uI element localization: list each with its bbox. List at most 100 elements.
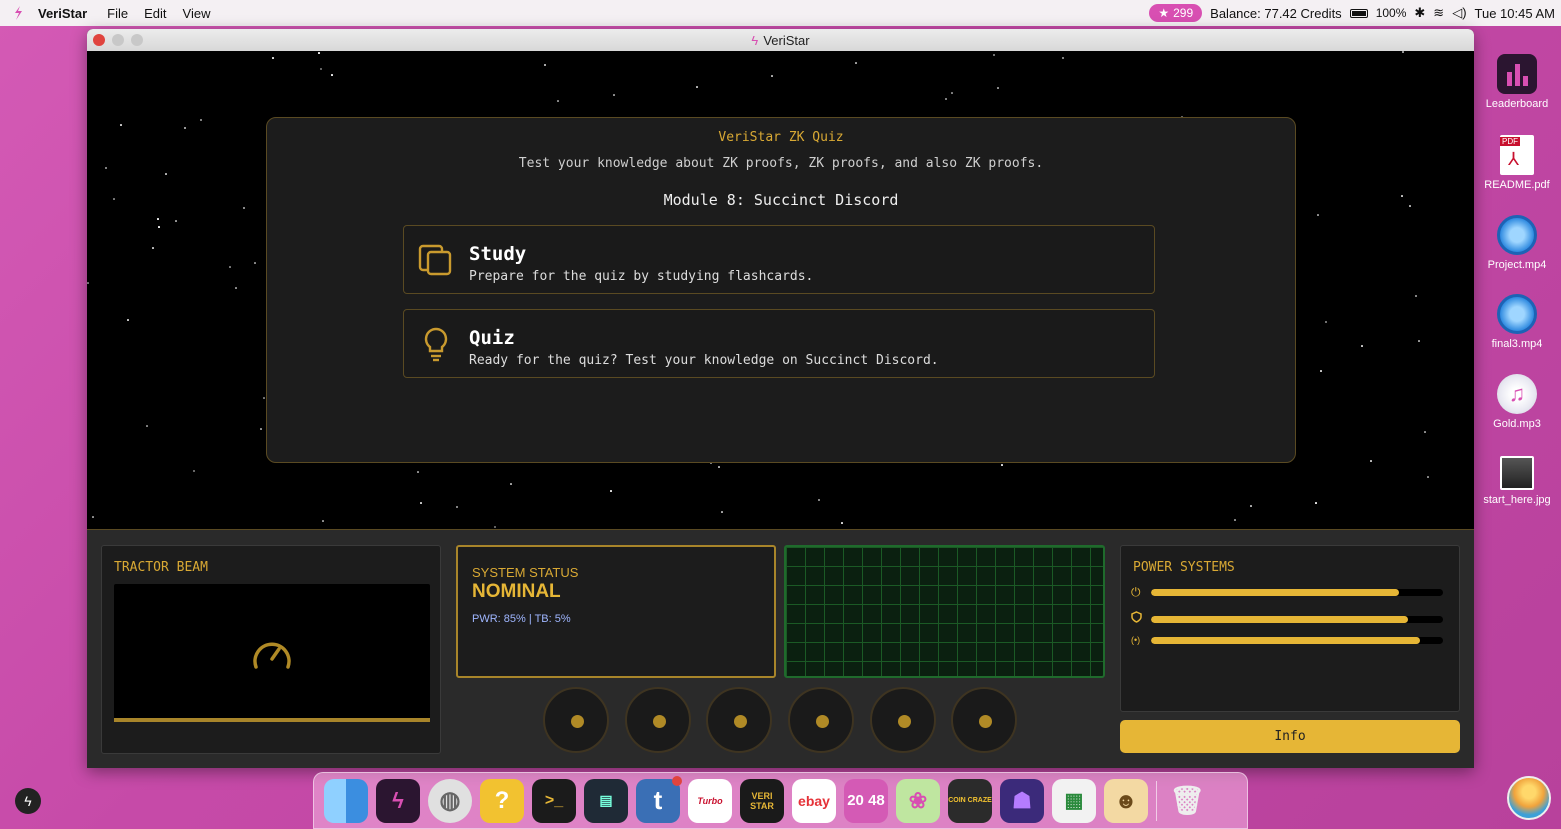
- star: [1415, 295, 1417, 297]
- power-bar: [1151, 589, 1443, 596]
- star: [157, 218, 159, 220]
- star: [322, 520, 324, 522]
- desktop-icon-leaderboard[interactable]: Leaderboard: [1478, 54, 1556, 110]
- star: [113, 198, 115, 200]
- tractor-beam-panel: TRACTOR BEAM: [101, 545, 441, 754]
- desktop-icon-readme[interactable]: PDF ⅄ README.pdf: [1478, 135, 1556, 191]
- star: [1315, 502, 1317, 504]
- star: [945, 98, 947, 100]
- menu-edit[interactable]: Edit: [144, 6, 166, 21]
- power-systems-panel: POWER SYSTEMS ⏻ (•): [1120, 545, 1460, 712]
- signal-bar: [1151, 636, 1443, 644]
- shield-bar-fill: [1151, 615, 1408, 623]
- help-icon[interactable]: ?: [480, 778, 524, 823]
- star: [320, 68, 322, 70]
- power-bar-row: ⏻: [1131, 585, 1443, 600]
- tumblr-icon[interactable]: t: [636, 775, 682, 823]
- wifi-icon[interactable]: ≋: [1433, 5, 1444, 21]
- desktop-icon-gold[interactable]: ♫ Gold.mp3: [1478, 374, 1556, 430]
- battery-icon[interactable]: [1349, 8, 1368, 18]
- system-status-detail: PWR: 85% | TB: 5%: [472, 613, 571, 625]
- control-knob-6[interactable]: [951, 687, 1017, 753]
- network-globe-icon[interactable]: ◍: [428, 778, 472, 823]
- system-monitor-icon[interactable]: ▤: [584, 778, 628, 823]
- gauge-icon: [251, 635, 293, 676]
- solitaire-icon[interactable]: ▦: [1052, 778, 1096, 823]
- star: [158, 226, 160, 228]
- zoom-button[interactable]: [131, 34, 143, 46]
- desktop-icon-project[interactable]: Project.mp4: [1478, 215, 1556, 271]
- dock-divider: [1156, 780, 1157, 821]
- image-file-icon: [1500, 456, 1534, 490]
- tractor-beam-label: TRACTOR BEAM: [114, 560, 208, 575]
- clock[interactable]: Tue 10:45 AM: [1475, 6, 1555, 21]
- veristar-dock-icon[interactable]: ϟ: [376, 778, 420, 823]
- lightning-widget-icon[interactable]: ϟ: [15, 788, 41, 814]
- star: [997, 87, 999, 89]
- battery-percent: 100%: [1375, 6, 1407, 20]
- star: [165, 173, 167, 175]
- coin-craze-icon[interactable]: COIN CRAZE: [948, 778, 992, 823]
- quiz-subtitle: Test your knowledge about ZK proofs, ZK …: [518, 156, 1044, 171]
- bluetooth-icon[interactable]: ✱: [1414, 5, 1425, 21]
- quicktime-icon: [1497, 215, 1537, 255]
- trash-icon[interactable]: 🗑: [1165, 779, 1209, 823]
- star: [272, 57, 274, 59]
- volume-icon[interactable]: ◁): [1452, 5, 1466, 21]
- star: [1062, 57, 1064, 59]
- module-heading: Module 8: Succinct Discord: [663, 191, 899, 209]
- minimize-button[interactable]: [112, 34, 124, 46]
- system-status-value: NOMINAL: [472, 581, 561, 602]
- tractor-beam-screen[interactable]: [114, 584, 430, 722]
- leaderboard-icon: [1497, 54, 1537, 94]
- star: [193, 470, 195, 472]
- star: [1427, 476, 1429, 478]
- star: [1001, 464, 1003, 466]
- star: [420, 502, 422, 504]
- menu-file[interactable]: File: [107, 6, 128, 21]
- terminal-icon[interactable]: >_: [532, 778, 576, 823]
- game-2048-icon[interactable]: 20 48: [844, 778, 888, 823]
- title-bar[interactable]: ϟ VeriStar: [87, 29, 1474, 51]
- study-option[interactable]: Study Prepare for the quiz by studying f…: [403, 225, 1155, 294]
- info-button[interactable]: Info: [1120, 720, 1460, 753]
- system-status-panel: SYSTEM STATUS NOMINAL PWR: 85% | TB: 5%: [456, 545, 776, 678]
- ebay-icon[interactable]: ebay: [792, 778, 836, 823]
- star: [841, 522, 843, 524]
- tractor-beam-bar: [114, 718, 430, 722]
- star-icon: ★: [1158, 6, 1170, 20]
- star: [1317, 214, 1319, 216]
- music-file-icon: ♫: [1497, 374, 1537, 414]
- star: [152, 247, 154, 249]
- power-systems-label: POWER SYSTEMS: [1133, 560, 1235, 575]
- close-button[interactable]: [93, 34, 105, 46]
- turbo-game-icon[interactable]: Turbo: [688, 778, 732, 823]
- app-menu[interactable]: VeriStar: [38, 6, 87, 21]
- star: [1401, 195, 1403, 197]
- monster-game-icon[interactable]: ☗: [1000, 778, 1044, 823]
- veristar-logo-icon[interactable]: [10, 5, 26, 21]
- star: [1325, 321, 1327, 323]
- control-knob-4[interactable]: [788, 687, 854, 753]
- star: [544, 64, 546, 66]
- quiz-option[interactable]: Quiz Ready for the quiz? Test your knowl…: [403, 309, 1155, 378]
- control-knob-3[interactable]: [706, 687, 772, 753]
- quiz-title: VeriStar ZK Quiz: [718, 130, 844, 145]
- desktop-icon-start-here[interactable]: start_here.jpg: [1478, 456, 1556, 506]
- veri-star-game-icon[interactable]: VERI STAR: [740, 778, 784, 823]
- desktop-icon-label: Gold.mp3: [1493, 418, 1541, 430]
- power-icon: ⏻: [1131, 585, 1141, 599]
- pdf-file-icon: PDF ⅄: [1500, 135, 1534, 175]
- cat-game-icon[interactable]: ☻: [1104, 778, 1148, 823]
- control-knob-2[interactable]: [625, 687, 691, 753]
- control-knob-5[interactable]: [870, 687, 936, 753]
- star: [613, 94, 615, 96]
- stars-badge[interactable]: ★ 299: [1149, 4, 1203, 22]
- candy-game-icon[interactable]: ❀: [896, 778, 940, 823]
- finder-icon[interactable]: [324, 778, 368, 823]
- control-knob-1[interactable]: [543, 687, 609, 753]
- app-window: ϟ VeriStar VeriStar ZK Quiz Test your kn…: [87, 29, 1474, 768]
- desktop-icon-final3[interactable]: final3.mp4: [1478, 294, 1556, 350]
- island-widget-icon[interactable]: [1507, 776, 1551, 820]
- menu-view[interactable]: View: [183, 6, 211, 21]
